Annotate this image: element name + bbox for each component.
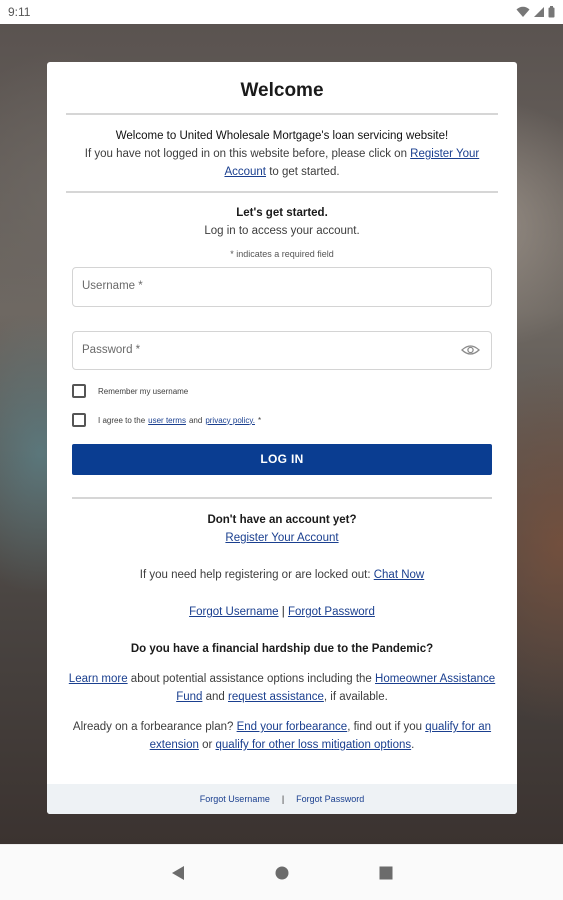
user-terms-link[interactable]: user terms [148, 416, 186, 425]
username-field[interactable]: Username * [72, 267, 492, 307]
agree-terms-checkbox[interactable] [72, 413, 86, 427]
learn-text-2: and [202, 691, 228, 703]
back-icon[interactable] [171, 865, 185, 881]
navigation-bar [0, 844, 563, 900]
forb-text-4: . [411, 739, 415, 751]
wifi-icon [516, 6, 530, 17]
request-assistance-link[interactable]: request assistance [228, 691, 324, 703]
forb-text-1: Already on a forbearance plan? [72, 721, 237, 733]
recents-icon[interactable] [379, 866, 393, 880]
password-placeholder: Password * [82, 344, 141, 356]
login-card: Welcome Welcome to United Wholesale Mort… [47, 62, 517, 814]
learn-more-link[interactable]: Learn more [69, 673, 128, 685]
welcome-text: If you have not logged in on this websit… [67, 145, 497, 181]
remember-username-checkbox[interactable] [72, 384, 86, 398]
password-field[interactable]: Password * [72, 331, 492, 370]
agree-terms-row: I agree to the user terms and privacy po… [72, 413, 517, 427]
chat-now-link[interactable]: Chat Now [374, 569, 425, 581]
register-account-link[interactable]: Register Your Account [225, 532, 338, 544]
status-bar: 9:11 [0, 0, 563, 24]
forgot-row: Forgot Username | Forgot Password [47, 603, 517, 621]
remember-username-row: Remember my username [72, 384, 517, 398]
eye-icon[interactable] [461, 344, 480, 356]
signal-icon [534, 7, 544, 17]
footer-separator: | [281, 794, 285, 804]
start-subtitle: Log in to access your account. [204, 225, 360, 237]
card-footer: Forgot Username | Forgot Password [47, 784, 517, 814]
forgot-password-link[interactable]: Forgot Password [288, 606, 375, 618]
battery-icon [548, 6, 555, 18]
home-icon[interactable] [275, 866, 289, 880]
forgot-separator: | [278, 606, 288, 618]
help-row: If you need help registering or are lock… [47, 566, 517, 584]
no-account-heading: Don't have an account yet? [207, 514, 357, 526]
remember-username-label: Remember my username [98, 386, 189, 396]
qualify-other-options-link[interactable]: qualify for other loss mitigation option… [216, 739, 412, 751]
agree-terms-and: and [188, 415, 203, 425]
divider [72, 497, 492, 499]
learn-text-3: , if available. [323, 691, 388, 703]
forgot-username-link[interactable]: Forgot Username [189, 606, 278, 618]
forb-text-3: or [198, 739, 216, 751]
required-note: * indicates a required field [230, 249, 334, 259]
help-text: If you need help registering or are lock… [139, 569, 374, 581]
username-placeholder: Username * [82, 280, 143, 292]
footer-forgot-password-link[interactable]: Forgot Password [296, 794, 364, 804]
learn-text-1: about potential assistance options inclu… [127, 673, 376, 685]
status-icons [516, 6, 555, 18]
register-row: Register Your Account [47, 529, 517, 547]
welcome-section: Welcome to United Wholesale Mortgage's l… [47, 115, 517, 191]
forb-text-2: , find out if you [347, 721, 426, 733]
hardship-heading: Do you have a financial hardship due to … [130, 643, 434, 655]
divider [66, 191, 498, 193]
welcome-heading: Welcome to United Wholesale Mortgage's l… [115, 130, 449, 142]
end-forbearance-link[interactable]: End your forbearance [237, 721, 348, 733]
start-heading: Let's get started. [236, 207, 328, 219]
page-title: Welcome [240, 80, 324, 101]
welcome-text-before: If you have not logged in on this websit… [84, 148, 411, 160]
status-time: 9:11 [8, 5, 31, 19]
welcome-text-after: to get started. [266, 166, 340, 178]
login-button[interactable]: LOG IN [72, 444, 492, 475]
privacy-policy-link[interactable]: privacy policy. [205, 416, 255, 425]
assistance-text: Learn more about potential assistance op… [47, 670, 517, 706]
required-star: * [257, 415, 262, 425]
footer-forgot-username-link[interactable]: Forgot Username [200, 794, 270, 804]
agree-terms-text: I agree to the [98, 415, 146, 425]
forbearance-text: Already on a forbearance plan? End your … [47, 718, 517, 754]
